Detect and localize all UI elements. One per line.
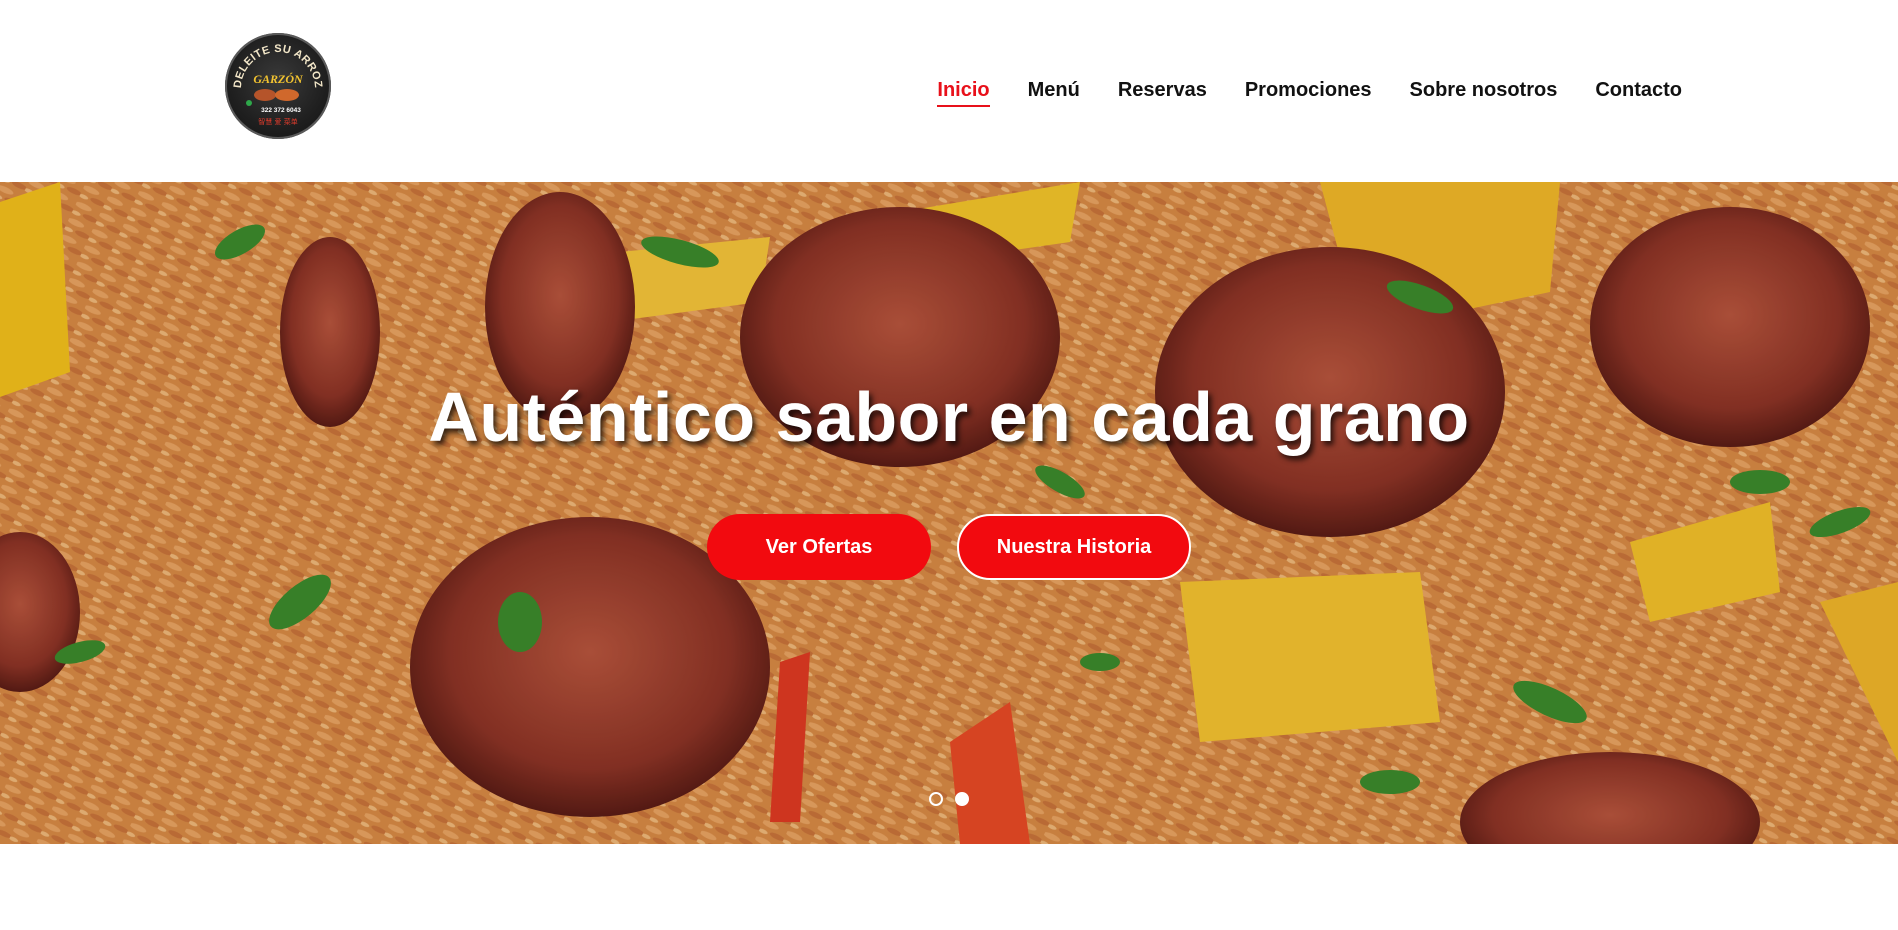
slider-dot-1[interactable] xyxy=(929,792,943,806)
hero-button-group: Ver Ofertas Nuestra Historia xyxy=(0,514,1898,580)
hero-slider: Auténtico sabor en cada grano Ver Oferta… xyxy=(0,182,1898,844)
hero-overlay xyxy=(0,182,1898,844)
slider-dot-2[interactable] xyxy=(955,792,969,806)
logo-line-3: 322 372 6043 xyxy=(261,107,301,114)
nuestra-historia-button[interactable]: Nuestra Historia xyxy=(957,514,1191,580)
page: DELEITE SU ARROZ GARZÓN 322 372 6043 智慧 … xyxy=(0,0,1898,930)
nav-item-menu[interactable]: Menú xyxy=(1028,76,1080,104)
ver-ofertas-button[interactable]: Ver Ofertas xyxy=(707,514,931,580)
logo-line-4: 智慧 爱 菜单 xyxy=(258,117,297,126)
slider-pagination xyxy=(0,792,1898,806)
nav-item-contacto[interactable]: Contacto xyxy=(1595,76,1682,104)
hero-title: Auténtico sabor en cada grano xyxy=(428,378,1470,456)
site-header: DELEITE SU ARROZ GARZÓN 322 372 6043 智慧 … xyxy=(0,0,1898,182)
logo-graphic: DELEITE SU ARROZ GARZÓN 322 372 6043 智慧 … xyxy=(232,43,324,126)
restaurant-logo[interactable]: DELEITE SU ARROZ GARZÓN 322 372 6043 智慧 … xyxy=(225,33,331,139)
logo-line-2: GARZÓN xyxy=(253,72,304,86)
nav-item-reservas[interactable]: Reservas xyxy=(1118,76,1207,104)
nav-item-sobre-nosotros[interactable]: Sobre nosotros xyxy=(1410,76,1558,104)
nav-item-inicio[interactable]: Inicio xyxy=(937,76,990,107)
nav-item-promociones[interactable]: Promociones xyxy=(1245,76,1372,104)
main-navigation: Inicio Menú Reservas Promociones Sobre n… xyxy=(937,76,1682,107)
